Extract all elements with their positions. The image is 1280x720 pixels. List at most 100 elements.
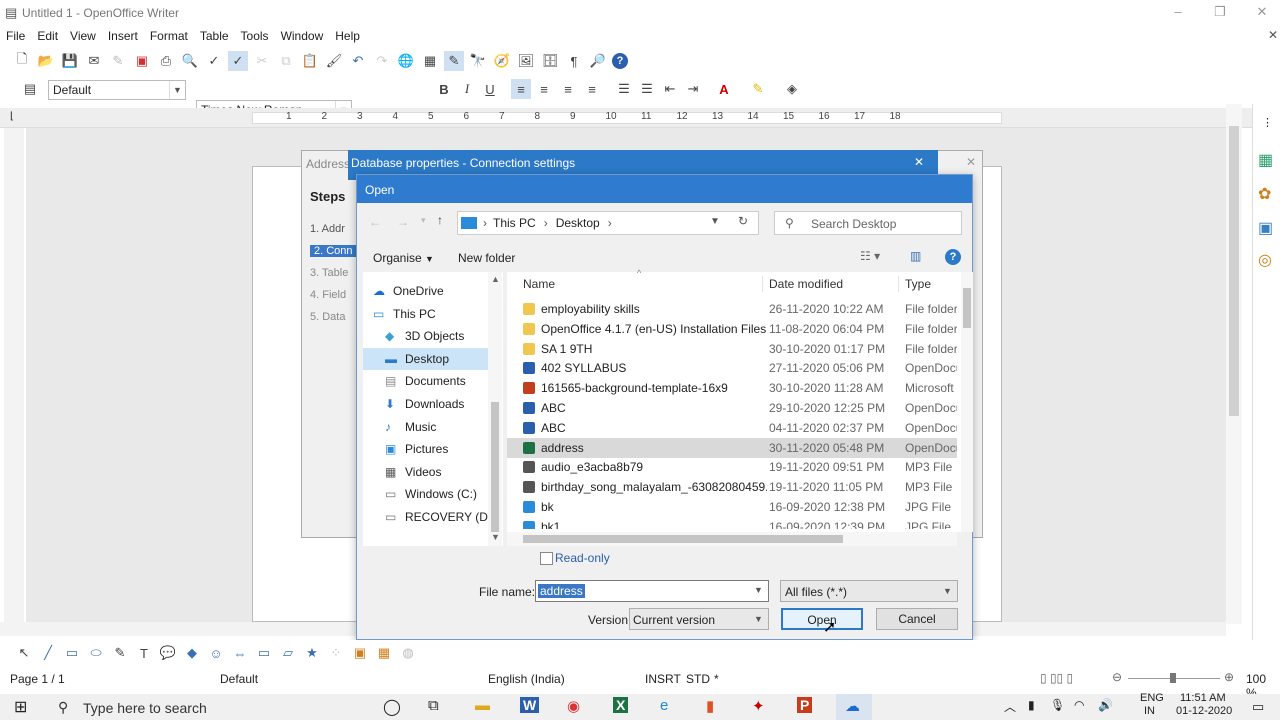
refresh-icon[interactable]: ↻ — [738, 214, 748, 228]
organise-button[interactable]: Organise ▼ — [373, 251, 434, 265]
print-icon[interactable]: ⎙ — [156, 51, 176, 71]
freeform-icon[interactable]: ✎ — [110, 643, 130, 663]
status-selection-mode[interactable]: STD — [686, 672, 710, 686]
readonly-checkbox[interactable] — [540, 552, 553, 565]
nav-item-pictures[interactable]: ▣ Pictures — [363, 438, 491, 460]
file-row[interactable]: SA 1 9TH 30-10-2020 01:17 PM File folder — [507, 339, 957, 359]
extrusion-icon[interactable]: ◍ — [398, 643, 418, 663]
menu-format[interactable]: Format — [144, 26, 194, 46]
office-icon[interactable]: ▮ — [706, 697, 714, 715]
nav-item-this-pc[interactable]: ▭ This PC — [363, 303, 491, 325]
draw-functions-icon[interactable]: ✎ — [444, 51, 464, 71]
autospell-icon[interactable]: ✓ — [228, 51, 248, 71]
breadcrumb-desktop[interactable]: Desktop — [556, 216, 600, 230]
cortana-icon[interactable]: ◯ — [383, 697, 401, 717]
help-icon[interactable]: ? — [945, 249, 961, 265]
breadcrumb-this-pc[interactable]: This PC — [493, 216, 536, 230]
increase-indent-icon[interactable]: ⇥ — [683, 79, 703, 99]
nav-item-onedrive[interactable]: ☁ OneDrive — [363, 280, 491, 302]
navigator-sidebar-icon[interactable]: ◎ — [1258, 250, 1272, 270]
menu-help[interactable]: Help — [329, 26, 366, 46]
from-file-icon[interactable]: ▦ — [374, 643, 394, 663]
new-folder-button[interactable]: New folder — [458, 251, 515, 265]
column-type[interactable]: Type — [905, 272, 931, 296]
nav-item-documents[interactable]: ▤ Documents — [363, 370, 491, 392]
chevron-down-icon[interactable]: ▼ — [710, 216, 720, 227]
print-preview-icon[interactable]: 🔍 — [180, 51, 200, 71]
sidebar-menu-icon[interactable]: ⋮ — [1262, 116, 1273, 129]
excel-icon[interactable]: X — [613, 697, 629, 713]
align-center-icon[interactable]: ≡ — [534, 79, 554, 99]
menu-file[interactable]: File — [0, 26, 31, 46]
bullets-icon[interactable]: ☰ — [637, 79, 657, 99]
cut-icon[interactable]: ✂ — [252, 51, 272, 71]
scroll-down-icon[interactable]: ▼ — [491, 532, 500, 542]
minimize-icon[interactable]: – — [1168, 4, 1188, 22]
scroll-up-icon[interactable]: ▲ — [491, 274, 500, 284]
zoom-in-icon[interactable]: ⊕ — [1224, 670, 1234, 684]
microphone-icon[interactable]: 🎙 — [1050, 698, 1065, 712]
basic-shapes-icon[interactable]: ◆ — [182, 643, 202, 663]
align-left-icon[interactable]: ≡ — [511, 79, 531, 99]
table-icon[interactable]: ▦ — [420, 51, 440, 71]
pdf-icon[interactable]: ▣ — [132, 51, 152, 71]
select-icon[interactable]: ↖ — [14, 643, 34, 663]
help-icon[interactable]: ? — [612, 53, 628, 69]
wifi-icon[interactable]: ◠ — [1074, 698, 1084, 712]
email-icon[interactable]: ✉ — [84, 51, 104, 71]
file-row[interactable]: address 30-11-2020 05:48 PM OpenDocu — [507, 437, 957, 458]
zoom-icon[interactable]: 🔎 — [588, 51, 608, 71]
chevron-down-icon[interactable]: ▼ — [754, 585, 763, 595]
cancel-button[interactable]: Cancel — [876, 608, 958, 630]
recent-dropdown-icon[interactable]: ▾ — [421, 215, 426, 226]
notifications-icon[interactable]: ▭ — [1252, 699, 1264, 715]
menu-table[interactable]: Table — [194, 26, 235, 46]
file-explorer-icon[interactable]: ▬ — [475, 697, 490, 714]
filename-input[interactable]: address ▼ — [535, 580, 769, 602]
view-layout-icon[interactable]: ▯ ▯▯ ▯ — [1040, 671, 1073, 685]
callout-icon[interactable]: 💬 — [158, 643, 178, 663]
file-row[interactable]: bk 16-09-2020 12:38 PM JPG File — [507, 497, 957, 517]
hyperlink-icon[interactable]: 🌐 — [396, 51, 416, 71]
file-row[interactable]: audio_e3acba8b79 19-11-2020 09:51 PM MP3 F… — [507, 457, 957, 477]
paste-icon[interactable]: 📋 — [300, 51, 320, 71]
edit-file-icon[interactable]: ✎ — [108, 51, 128, 71]
justify-icon[interactable]: ≡ — [582, 79, 602, 99]
fontwork-icon[interactable]: ▣ — [350, 643, 370, 663]
save-icon[interactable]: 💾 — [60, 51, 80, 71]
nav-item-windows-c[interactable]: ▭ Windows (C:) — [363, 483, 491, 505]
edge-icon[interactable]: e — [660, 697, 668, 714]
version-select[interactable]: Current version ▼ — [629, 608, 769, 630]
close-icon[interactable]: ✕ — [1252, 4, 1272, 22]
battery-icon[interactable]: ▮ — [1028, 698, 1035, 712]
redo-icon[interactable]: ↷ — [372, 51, 392, 71]
block-arrows-icon[interactable]: ⇔ — [230, 643, 250, 663]
wizard-step-selected[interactable]: 2. Conn — [310, 245, 357, 257]
menu-edit[interactable]: Edit — [31, 26, 64, 46]
close-doc-icon[interactable]: ✕ — [1268, 28, 1278, 42]
clock-time[interactable]: 11:51 AM — [1180, 692, 1226, 704]
gallery-sidebar-icon[interactable]: ▣ — [1258, 218, 1273, 238]
menu-window[interactable]: Window — [275, 26, 330, 46]
symbol-shapes-icon[interactable]: ☺ — [206, 643, 226, 663]
file-row[interactable]: OpenOffice 4.1.7 (en-US) Installation Fi… — [507, 319, 957, 339]
datasources-icon[interactable]: 🗄 — [540, 51, 560, 71]
italic-icon[interactable]: I — [457, 79, 477, 99]
task-view-icon[interactable]: ⧉ — [428, 697, 439, 714]
highlight-icon[interactable]: ✎ — [748, 79, 768, 99]
wizard-step[interactable]: 4. Field — [310, 289, 346, 301]
flowchart-icon[interactable]: ▭ — [254, 643, 274, 663]
start-icon[interactable]: ⊞ — [14, 697, 27, 717]
underline-icon[interactable]: U — [480, 79, 500, 99]
bold-icon[interactable]: B — [434, 79, 454, 99]
forward-icon[interactable]: → — [397, 215, 409, 229]
file-hscrollbar[interactable] — [507, 532, 957, 546]
nav-scrollbar[interactable]: ▲ ▼ — [488, 272, 502, 546]
file-row[interactable]: bk1 16-09-2020 12:39 PM JPG File — [507, 517, 957, 529]
format-paintbrush-icon[interactable]: 🖌 — [324, 51, 344, 71]
font-color-icon[interactable]: A — [714, 79, 734, 99]
spellcheck-icon[interactable]: ✓ — [204, 51, 224, 71]
align-right-icon[interactable]: ≡ — [558, 79, 578, 99]
view-options-icon[interactable]: ☷ ▾ — [860, 249, 880, 263]
scroll-thumb[interactable] — [491, 402, 499, 532]
